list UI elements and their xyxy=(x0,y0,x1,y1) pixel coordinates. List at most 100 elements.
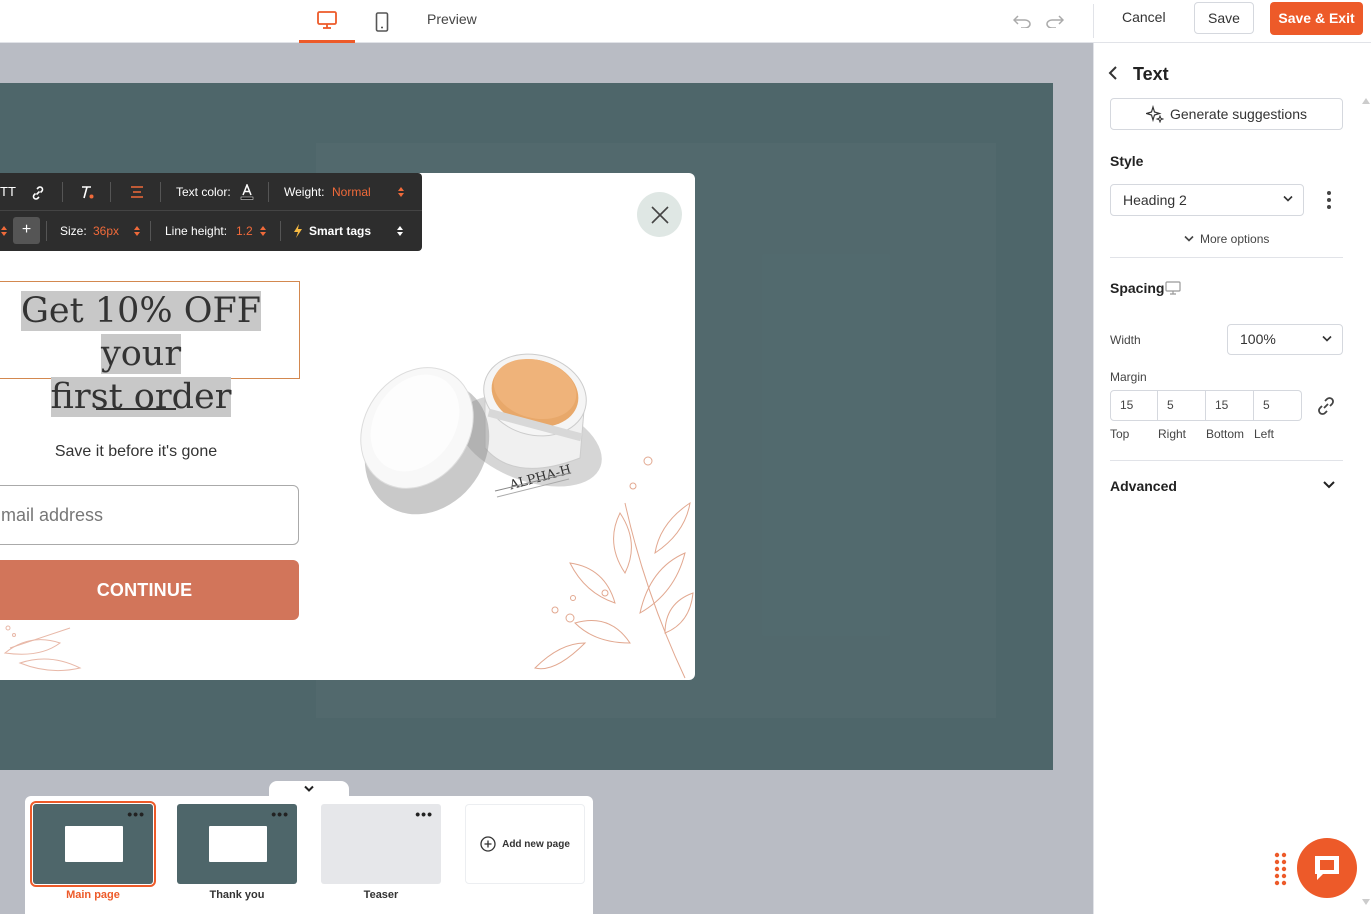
clear-format-icon[interactable] xyxy=(79,184,95,200)
toolbar-row-1: TT Text color: Weight: Normal xyxy=(0,173,422,211)
line-height-value[interactable]: 1.2 xyxy=(236,223,253,239)
headline-divider xyxy=(96,408,176,410)
margin-label: Margin xyxy=(1110,370,1147,384)
drag-handle-icon[interactable] xyxy=(1274,852,1288,886)
continue-button[interactable]: CONTINUE xyxy=(0,560,299,620)
page-label-thank-you[interactable]: Thank you xyxy=(177,889,297,901)
save-exit-button[interactable]: Save & Exit xyxy=(1270,2,1363,35)
smart-tags-stepper-icon[interactable] xyxy=(396,224,404,238)
margin-right-input[interactable]: 5 xyxy=(1158,390,1206,421)
margin-left-input[interactable]: 5 xyxy=(1254,390,1302,421)
headline-line-1[interactable]: Get 10% OFF your xyxy=(20,291,262,374)
margin-top-input[interactable]: 15 xyxy=(1110,390,1158,421)
redo-button[interactable] xyxy=(1043,9,1067,33)
width-select[interactable]: 100% xyxy=(1227,324,1343,355)
weight-value[interactable]: Normal xyxy=(332,184,371,200)
margin-bottom-label: Bottom xyxy=(1206,427,1245,441)
save-button[interactable]: Save xyxy=(1194,2,1254,34)
font-case-button[interactable]: TT xyxy=(0,184,16,200)
toolbar-divider xyxy=(1093,4,1094,38)
spacing-section-label: Spacing xyxy=(1110,280,1165,296)
scroll-up-icon[interactable] xyxy=(1362,98,1370,104)
back-arrow-icon[interactable] xyxy=(1104,63,1122,83)
page-label-main[interactable]: Main page xyxy=(33,889,153,901)
section-divider xyxy=(1110,460,1343,461)
weight-label: Weight: xyxy=(284,185,325,199)
more-options-toggle[interactable]: More options xyxy=(1184,232,1269,246)
style-select[interactable]: Heading 2 xyxy=(1110,184,1304,216)
redo-icon xyxy=(1046,15,1064,28)
chevron-down-icon xyxy=(304,785,314,792)
pages-strip: ••• Main page ••• Thank you ••• Teaser A… xyxy=(25,796,593,914)
email-field[interactable]: mail address xyxy=(0,485,299,545)
pages-strip-toggle[interactable] xyxy=(269,781,349,797)
mini-popup-preview xyxy=(209,826,267,862)
more-options-icon[interactable]: ••• xyxy=(415,807,433,821)
chat-icon xyxy=(1315,856,1339,880)
close-button[interactable] xyxy=(637,192,682,237)
text-format-toolbar: TT Text color: Weight: Normal + Size: 36… xyxy=(0,173,422,251)
size-label: Size: xyxy=(60,224,87,238)
kebab-menu-icon[interactable] xyxy=(1324,190,1334,210)
weight-stepper-icon[interactable] xyxy=(397,185,405,199)
headline-line-2[interactable]: first order xyxy=(50,377,232,417)
toolbar-separator xyxy=(62,182,63,202)
desktop-view-button[interactable] xyxy=(299,0,355,43)
more-options-icon[interactable]: ••• xyxy=(127,807,145,821)
floral-decoration-icon xyxy=(534,456,694,679)
size-value[interactable]: 36px xyxy=(93,223,119,239)
line-height-stepper-icon[interactable] xyxy=(259,224,267,238)
line-height-label: Line height: xyxy=(165,224,228,238)
cancel-button[interactable]: Cancel xyxy=(1110,3,1178,35)
chat-support-button[interactable] xyxy=(1297,838,1357,898)
close-icon xyxy=(650,205,669,224)
link-margins-icon[interactable] xyxy=(1315,395,1337,417)
plus-circle-icon xyxy=(480,836,496,852)
link-icon[interactable] xyxy=(30,185,46,201)
margin-bottom-input[interactable]: 15 xyxy=(1206,390,1254,421)
lightning-icon xyxy=(294,224,302,238)
mobile-view-button[interactable] xyxy=(362,0,402,43)
margin-left-label: Left xyxy=(1254,427,1275,441)
text-color-label: Text color: xyxy=(176,185,231,199)
popup-headline[interactable]: Get 10% OFF your first order xyxy=(0,290,291,419)
chevron-down-icon[interactable] xyxy=(1322,480,1336,490)
popup-subtext[interactable]: Save it before it's gone xyxy=(0,443,272,461)
undo-button[interactable] xyxy=(1010,9,1034,33)
page-thumb-main[interactable]: ••• xyxy=(30,801,156,887)
margin-right-label: Right xyxy=(1158,427,1187,441)
width-select-value: 100% xyxy=(1240,331,1276,347)
generate-suggestions-button[interactable]: Generate suggestions xyxy=(1110,98,1343,130)
size-stepper-icon[interactable] xyxy=(133,224,141,238)
add-button[interactable]: + xyxy=(13,217,40,244)
page-thumb-teaser[interactable]: ••• xyxy=(321,804,441,884)
advanced-section-toggle[interactable]: Advanced xyxy=(1110,478,1177,494)
scroll-down-icon[interactable] xyxy=(1362,899,1370,905)
sparkle-icon xyxy=(1146,105,1164,123)
toolbar-separator xyxy=(268,182,269,202)
style-section-label: Style xyxy=(1110,153,1144,169)
more-options-label: More options xyxy=(1200,232,1270,246)
align-center-icon[interactable] xyxy=(130,185,144,199)
smart-tags-button[interactable]: Smart tags xyxy=(309,223,371,239)
toolbar-separator xyxy=(46,221,47,241)
page-thumb-thank-you[interactable]: ••• xyxy=(177,804,297,884)
leaf-decoration-icon xyxy=(3,625,82,672)
mobile-icon xyxy=(375,11,389,32)
undo-icon xyxy=(1013,15,1031,28)
mini-popup-preview xyxy=(65,826,123,862)
headline-selection[interactable]: Get 10% OFF your first order xyxy=(0,281,300,417)
preview-button[interactable]: Preview xyxy=(427,11,477,27)
add-new-page-button[interactable]: Add new page xyxy=(465,804,585,884)
text-color-icon[interactable] xyxy=(240,184,254,200)
width-label: Width xyxy=(1110,333,1141,347)
page-label-teaser[interactable]: Teaser xyxy=(321,889,441,901)
chevron-down-icon xyxy=(1283,195,1293,202)
stepper-icon[interactable] xyxy=(0,224,8,238)
style-select-value: Heading 2 xyxy=(1123,192,1187,208)
add-new-page-label: Add new page xyxy=(502,838,570,850)
margin-top-label: Top xyxy=(1110,427,1130,441)
section-divider xyxy=(1110,257,1343,258)
more-options-icon[interactable]: ••• xyxy=(271,807,289,821)
toolbar-separator xyxy=(150,221,151,241)
